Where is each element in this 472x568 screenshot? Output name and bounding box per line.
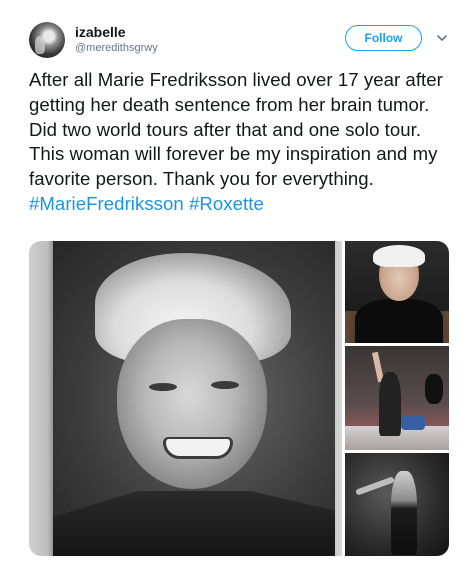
- photo-face: [117, 319, 267, 489]
- photo-eye-right: [211, 381, 239, 389]
- photo-smile: [163, 437, 233, 459]
- avatar[interactable]: [29, 22, 65, 58]
- photo-body: [355, 299, 443, 343]
- photo-eye-left: [149, 383, 177, 391]
- photo-singer: [379, 372, 401, 436]
- photo-drummer: [425, 374, 443, 404]
- user-handle[interactable]: @meredithsgrwy: [75, 42, 158, 54]
- photo-arm: [355, 476, 395, 496]
- display-name[interactable]: izabelle: [75, 24, 126, 40]
- tweet-body: After all Marie Fredriksson lived over 1…: [29, 69, 443, 190]
- media-grid: [29, 241, 449, 556]
- photo-portrait[interactable]: [29, 241, 342, 556]
- photo-performance[interactable]: [345, 453, 449, 556]
- photo-stage-portrait[interactable]: [345, 241, 449, 343]
- follow-button[interactable]: Follow: [345, 25, 422, 51]
- tweet-text: After all Marie Fredriksson lived over 1…: [29, 68, 454, 217]
- photo-figure: [391, 471, 417, 555]
- photo-legs: [401, 416, 425, 430]
- photo-hair: [373, 245, 425, 267]
- chevron-down-icon[interactable]: [436, 32, 448, 44]
- photo-concert[interactable]: [345, 346, 449, 450]
- hashtag-link-roxette[interactable]: #Roxette: [189, 193, 264, 214]
- tweet-card: izabelle @meredithsgrwy Follow After all…: [0, 0, 472, 568]
- hashtag-link-mariefredriksson[interactable]: #MarieFredriksson: [29, 193, 184, 214]
